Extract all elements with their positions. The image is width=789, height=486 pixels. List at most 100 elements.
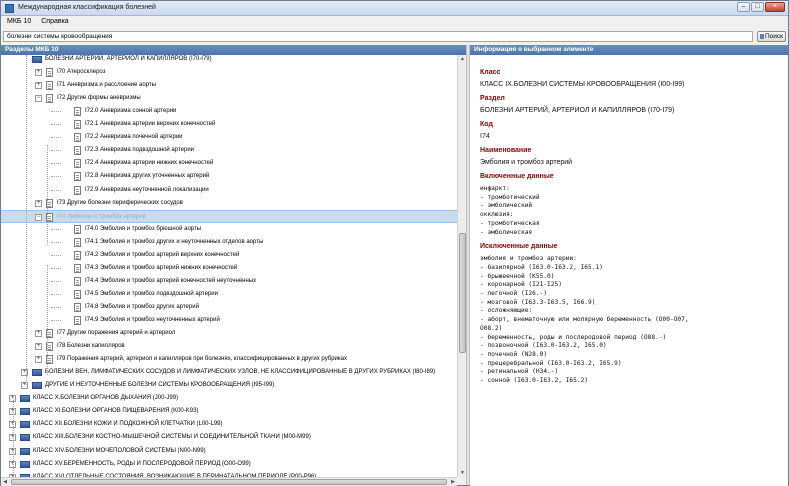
included-text: инфаркт: - тромботический - эмболический… [480, 185, 540, 236]
scroll-left-icon[interactable]: ◀ [1, 478, 9, 486]
document-icon [74, 237, 81, 247]
tree-row[interactable]: + I77 Другие поражения артерий и артериол [1, 327, 457, 340]
expand-icon[interactable]: + [35, 330, 42, 338]
collapse-icon[interactable]: − [35, 95, 42, 103]
tree-item-label: I74.5 Эмболия и тромбоз подвздошной арте… [85, 290, 218, 297]
expand-icon[interactable]: + [35, 69, 42, 77]
tree-item-label: I74.0 Эмболия и тромбоз брюшной аорты [85, 225, 202, 232]
tree-item-label: I72 Другие формы аневризмы [57, 95, 141, 102]
scroll-down-icon[interactable]: ▼ [459, 469, 466, 477]
tree-item-label: БОЛЕЗНИ АРТЕРИЙ, АРТЕРИОЛ И КАПИЛЛЯРОВ (… [45, 56, 212, 62]
scroll-right-icon[interactable]: ▶ [449, 478, 457, 486]
document-icon [74, 263, 81, 273]
tree-row-selected[interactable]: − I74 Эмболия и тромбоз артерий [1, 209, 457, 223]
scroll-up-icon[interactable]: ▲ [459, 55, 466, 63]
class-value: КЛАСС IX.БОЛЕЗНИ СИСТЕМЫ КРОВООБРАЩЕНИЯ … [480, 81, 685, 88]
tree-row[interactable]: I72.4 Аневризма артерии нижних конечност… [1, 157, 457, 170]
tree-row[interactable]: + I79 Поражения артерий, артериол и капил… [1, 353, 457, 366]
document-icon [74, 250, 81, 260]
code-value: I74 [480, 133, 490, 140]
tree-row[interactable]: + КЛАСС XII.БОЛЕЗНИ КОЖИ И ПОДКОЖНОЙ КЛЕТ… [1, 418, 457, 431]
tree-row[interactable]: I74.4 Эмболия и тромбоз артерий конечнос… [1, 275, 457, 288]
tree-row[interactable]: + КЛАСС XIV.БОЛЕЗНИ МОЧЕПОЛОВОЙ СИСТЕМЫ (… [1, 445, 457, 458]
tree-item-label: I74.4 Эмболия и тромбоз артерий конечнос… [85, 277, 257, 284]
tree-row[interactable]: I72.3 Аневризма подвздошной артерии [1, 144, 457, 157]
expand-icon[interactable]: + [35, 82, 42, 90]
document-icon [74, 107, 81, 117]
title-bar[interactable]: Международная классификация болезней – □… [1, 1, 788, 16]
book-icon [20, 408, 30, 416]
close-icon[interactable]: × [765, 2, 785, 12]
book-icon [32, 369, 42, 377]
tree-row[interactable]: + I70 Атеросклероз [1, 66, 457, 79]
minimize-icon[interactable]: – [737, 2, 750, 12]
collapse-icon[interactable]: − [35, 213, 42, 221]
tree-vertical-scrollbar[interactable]: ▲ ▼ [457, 55, 466, 477]
expand-icon[interactable]: + [35, 356, 42, 364]
tree-row[interactable]: I72.8 Аневризма других уточненных артери… [1, 170, 457, 183]
horizontal-scroll-thumb[interactable] [11, 479, 447, 485]
document-icon [74, 185, 81, 195]
tree-row[interactable]: + I78 Болезни капилляров [1, 340, 457, 353]
menu-bar: МКБ 10 Справка [1, 16, 788, 28]
tree-guide-line [47, 145, 48, 245]
tree-connector [51, 241, 61, 243]
tree-row[interactable]: I74.2 Эмболия и тромбоз артерий верхних … [1, 249, 457, 262]
search-button-label: Поиск [764, 33, 783, 40]
book-icon [32, 382, 42, 390]
document-icon [46, 94, 53, 104]
tree-row[interactable]: − I72 Другие формы аневризмы [1, 92, 457, 105]
book-icon [20, 395, 30, 403]
tree-guide-line [13, 395, 14, 477]
document-icon [74, 289, 81, 299]
tree-item-label: I74.9 Эмболия и тромбоз неуточненных арт… [85, 317, 220, 323]
tree-row[interactable]: I72.9 Аневризма неуточненной локализации [1, 184, 457, 197]
code-title: Код [480, 121, 493, 128]
document-icon [46, 68, 53, 78]
document-icon [74, 133, 81, 143]
tree-item-label: КЛАСС XI.БОЛЕЗНИ ОРГАНОВ ПИЩЕВАРЕНИЯ (K0… [33, 408, 199, 415]
scroll-thumb[interactable] [459, 233, 466, 353]
tree-guide-line [26, 55, 27, 385]
tree-item-label: I72.2 Аневризма почечной артерии [85, 134, 183, 141]
app-window: Международная классификация болезней – □… [0, 0, 789, 486]
expand-icon[interactable]: + [35, 199, 42, 207]
tree-row[interactable]: I74.8 Эмболия и тромбоз других артерий [1, 301, 457, 314]
tree-row[interactable]: + БОЛЕЗНИ ВЕН, ЛИМФАТИЧЕСКИХ СОСУДОВ И ЛИ… [1, 366, 457, 379]
search-button[interactable]: Поиск [757, 31, 786, 42]
menu-item-mkb10[interactable]: МКБ 10 [7, 16, 31, 28]
tree-row[interactable]: + ДРУГИЕ И НЕУТОЧНЕННЫЕ БОЛЕЗНИ СИСТЕМЫ К… [1, 379, 457, 392]
tree-row[interactable]: I72.1 Аневризма артерии верхних конечнос… [1, 118, 457, 131]
tree-item-label: I74 Эмболия и тромбоз артерий [57, 213, 146, 220]
tree-item-label: I72.0 Аневризма сонной артерии [85, 108, 177, 115]
tree-row[interactable]: + КЛАСС XV.БЕРЕМЕННОСТЬ, РОДЫ И ПОСЛЕРОДО… [1, 458, 457, 471]
tree-row[interactable]: I74.9 Эмболия и тромбоз неуточненных арт… [1, 314, 457, 327]
tree-row[interactable]: I72.2 Аневризма почечной артерии [1, 131, 457, 144]
tree-connector [51, 124, 61, 126]
tree-row[interactable]: + I71 Аневризма и расслоение аорты [1, 79, 457, 92]
document-icon [74, 224, 81, 234]
tree-row[interactable]: + I73 Другие болезни периферических сосуд… [1, 197, 457, 210]
tree-connector [51, 280, 61, 282]
icd-tree[interactable]: БОЛЕЗНИ АРТЕРИЙ, АРТЕРИОЛ И КАПИЛЛЯРОВ (… [1, 55, 457, 477]
tree-row[interactable]: I74.5 Эмболия и тромбоз подвздошной арте… [1, 288, 457, 301]
window-controls: – □ × [737, 2, 785, 12]
menu-item-help[interactable]: Справка [41, 16, 68, 28]
tree-row[interactable]: + КЛАСС XIII.БОЛЕЗНИ КОСТНО-МЫШЕЧНОЙ СИСТ… [1, 431, 457, 444]
tree-row[interactable]: БОЛЕЗНИ АРТЕРИЙ, АРТЕРИОЛ И КАПИЛЛЯРОВ (… [1, 55, 457, 66]
tree-connector [51, 254, 61, 256]
tree-row[interactable]: + КЛАСС X.БОЛЕЗНИ ОРГАНОВ ДЫХАНИЯ (J00-J9… [1, 392, 457, 405]
tree-row[interactable]: I72.0 Аневризма сонной артерии [1, 105, 457, 118]
tree-row[interactable]: I74.0 Эмболия и тромбоз брюшной аорты [1, 223, 457, 236]
included-title: Включенные данные [480, 173, 554, 180]
document-icon [46, 81, 53, 91]
tree-row[interactable]: + КЛАСС XI.БОЛЕЗНИ ОРГАНОВ ПИЩЕВАРЕНИЯ (K… [1, 405, 457, 418]
tree-item-label: I74.3 Эмболия и тромбоз артерий нижних к… [85, 264, 238, 271]
tree-horizontal-scrollbar[interactable]: ◀ ▶ [1, 477, 457, 486]
maximize-icon[interactable]: □ [751, 2, 764, 12]
expand-icon[interactable]: + [35, 343, 42, 351]
search-input[interactable] [3, 31, 753, 42]
tree-row[interactable]: I74.1 Эмболия и тромбоз других и неуточн… [1, 236, 457, 249]
tree-row[interactable]: I74.3 Эмболия и тромбоз артерий нижних к… [1, 262, 457, 275]
document-icon [74, 302, 81, 312]
